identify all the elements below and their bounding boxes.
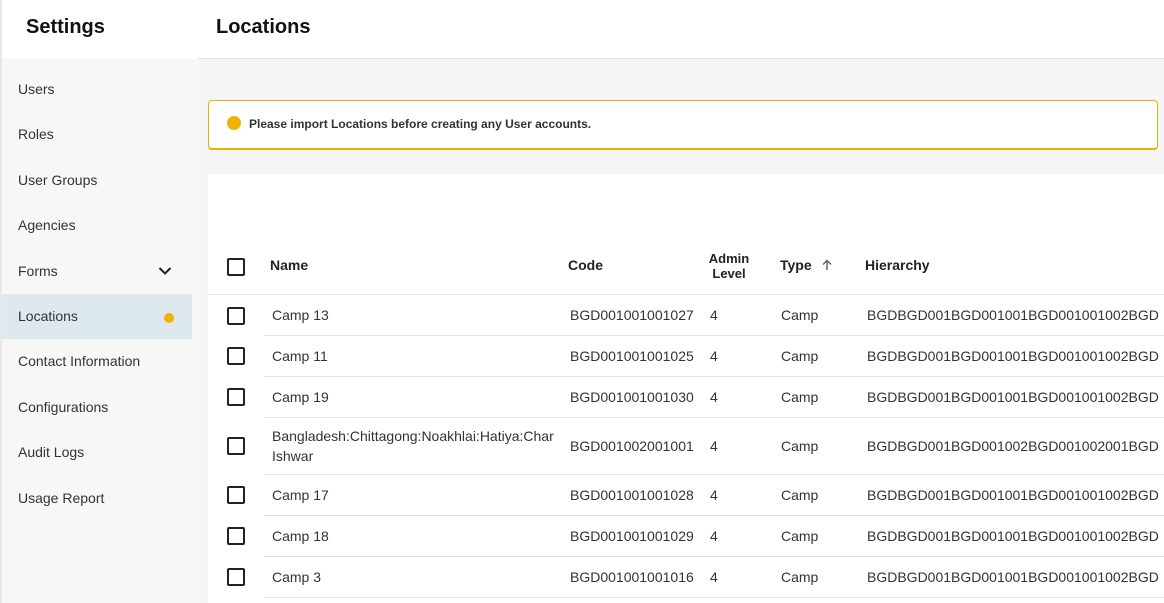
sidebar-item-users[interactable]: Users xyxy=(2,67,192,112)
warning-alert: Please import Locations before creating … xyxy=(208,100,1158,150)
cell-code: BGD001001001016 xyxy=(570,569,694,585)
cell-name: Camp 17 xyxy=(272,487,329,503)
cell-admin-level: 4 xyxy=(710,348,718,364)
column-header-type-label: Type xyxy=(780,257,812,273)
row-checkbox[interactable] xyxy=(227,568,245,586)
cell-name: Camp 19 xyxy=(272,389,329,405)
row-divider xyxy=(264,597,1164,598)
cell-admin-level: 4 xyxy=(710,438,718,454)
cell-hierarchy: BGDBGD001BGD001001BGD001001002BGD xyxy=(867,348,1159,364)
cell-hierarchy: BGDBGD001BGD001001BGD001001002BGD xyxy=(867,487,1159,503)
row-checkbox[interactable] xyxy=(227,527,245,545)
cell-type: Camp xyxy=(781,569,819,585)
cell-name: Camp 11 xyxy=(272,348,328,364)
admin-level-line-1: Admin xyxy=(708,251,750,266)
alert-message: Please import Locations before creating … xyxy=(249,117,592,131)
cell-type: Camp xyxy=(781,348,819,364)
cell-name: Camp 13 xyxy=(272,307,329,323)
cell-code: BGD001001001025 xyxy=(570,348,694,364)
notification-dot-icon xyxy=(164,312,174,323)
cell-hierarchy: BGDBGD001BGD001001BGD001001002BGD xyxy=(867,528,1159,544)
sidebar-item-user-groups[interactable]: User Groups xyxy=(2,158,192,203)
table-row[interactable]: Camp 3 BGD001001001016 4 Camp BGDBGD001B… xyxy=(208,557,1164,598)
table-row[interactable]: Camp 11 BGD001001001025 4 Camp BGDBGD001… xyxy=(208,336,1164,377)
sidebar-nav: Users Roles User Groups Agencies Forms L… xyxy=(2,67,192,521)
cell-type: Camp xyxy=(781,307,819,323)
cell-type: Camp xyxy=(781,438,819,454)
sidebar-item-roles[interactable]: Roles xyxy=(2,112,192,157)
cell-code: BGD001001001030 xyxy=(570,389,694,405)
column-header-type[interactable]: Type xyxy=(780,257,834,273)
row-checkbox[interactable] xyxy=(227,437,245,455)
cell-admin-level: 4 xyxy=(710,487,718,503)
row-checkbox[interactable] xyxy=(227,486,245,504)
cell-code: BGD001001001029 xyxy=(570,528,694,544)
cell-code: BGD001001001027 xyxy=(570,307,694,323)
page-header: Locations xyxy=(198,0,1164,59)
warning-dot-icon xyxy=(227,116,241,130)
column-header-code[interactable]: Code xyxy=(568,257,603,273)
cell-admin-level: 4 xyxy=(710,307,718,323)
cell-hierarchy: BGDBGD001BGD001001BGD001001002BGD xyxy=(867,307,1159,323)
sidebar-item-label: Locations xyxy=(18,307,78,324)
cell-admin-level: 4 xyxy=(710,528,718,544)
cell-name: Camp 3 xyxy=(272,569,322,585)
sidebar-item-label: Users xyxy=(18,81,55,97)
sidebar-item-label: Configurations xyxy=(18,398,109,415)
cell-type: Camp xyxy=(781,389,819,405)
cell-code: BGD001002001001 xyxy=(570,438,694,454)
table-row[interactable]: Camp 17 BGD001001001028 4 Camp BGDBGD001… xyxy=(208,475,1164,516)
locations-table: Name Code Admin Level Type Hierarchy Cam… xyxy=(208,174,1164,603)
sidebar: Settings Users Roles User Groups Agencie… xyxy=(0,0,200,603)
sidebar-item-agencies[interactable]: Agencies xyxy=(2,203,192,248)
sidebar-item-label: Forms xyxy=(18,262,58,279)
sidebar-item-usage-report[interactable]: Usage Report xyxy=(2,476,192,521)
sidebar-item-label: Audit Logs xyxy=(18,444,85,461)
cell-hierarchy: BGDBGD001BGD001001BGD001001002BGD xyxy=(867,569,1159,585)
cell-hierarchy: BGDBGD001BGD001002BGD001002001BGD xyxy=(867,438,1159,454)
cell-admin-level: 4 xyxy=(710,389,718,405)
cell-name: Camp 18 xyxy=(272,528,329,544)
table-row[interactable]: Camp 19 BGD001001001030 4 Camp BGDBGD001… xyxy=(208,377,1164,418)
cell-hierarchy: BGDBGD001BGD001001BGD001001002BGD xyxy=(867,389,1159,405)
cell-type: Camp xyxy=(781,528,819,544)
select-all-checkbox[interactable] xyxy=(227,258,245,276)
cell-name: Bangladesh:Chittagong:Noakhlai:Hatiya:Ch… xyxy=(272,428,554,464)
table-row[interactable]: Camp 13 BGD001001001027 4 Camp BGDBGD001… xyxy=(208,295,1164,336)
chevron-down-icon[interactable] xyxy=(158,249,172,294)
sidebar-item-configurations[interactable]: Configurations xyxy=(2,385,192,430)
row-checkbox[interactable] xyxy=(227,347,245,365)
sidebar-item-contact-information[interactable]: Contact Information xyxy=(2,339,192,384)
sidebar-item-forms[interactable]: Forms xyxy=(2,249,192,294)
sort-ascending-icon xyxy=(822,259,832,270)
sidebar-title: Settings xyxy=(26,16,105,38)
cell-admin-level: 4 xyxy=(710,569,718,585)
page-title: Locations xyxy=(216,16,311,38)
admin-level-line-2: Level xyxy=(712,266,746,281)
row-checkbox[interactable] xyxy=(227,388,245,406)
table-row[interactable]: Bangladesh:Chittagong:Noakhlai:Hatiya:Ch… xyxy=(208,418,1164,475)
sidebar-item-label: Roles xyxy=(18,126,54,143)
row-checkbox[interactable] xyxy=(227,307,245,325)
sidebar-item-label: User Groups xyxy=(18,171,98,188)
column-header-hierarchy[interactable]: Hierarchy xyxy=(865,257,930,273)
column-header-admin-level[interactable]: Admin Level xyxy=(708,251,750,281)
sidebar-item-label: Contact Information xyxy=(18,353,141,370)
cell-type: Camp xyxy=(781,487,819,503)
sidebar-item-locations[interactable]: Locations xyxy=(2,293,192,340)
sidebar-item-audit-logs[interactable]: Audit Logs xyxy=(2,430,192,475)
cell-code: BGD001001001028 xyxy=(570,487,694,503)
sidebar-item-label: Agencies xyxy=(18,217,76,234)
sidebar-item-label: Usage Report xyxy=(18,489,105,506)
table-row[interactable]: Camp 18 BGD001001001029 4 Camp BGDBGD001… xyxy=(208,516,1164,557)
column-header-name[interactable]: Name xyxy=(270,257,308,273)
